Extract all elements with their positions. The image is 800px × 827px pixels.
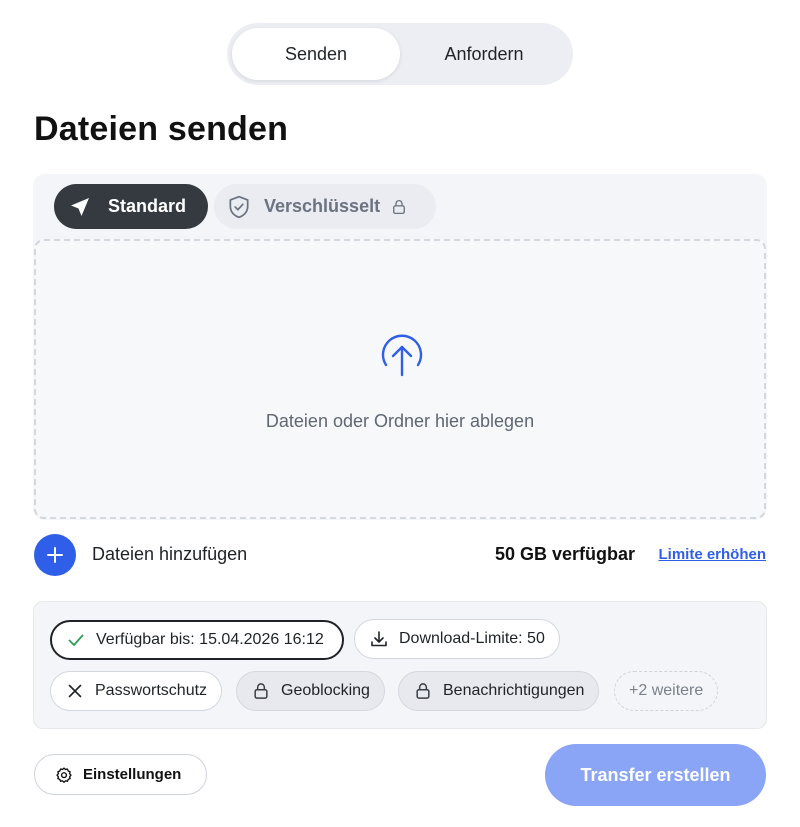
lock-icon — [393, 199, 406, 214]
shield-check-icon — [229, 195, 249, 218]
gear-icon — [56, 766, 72, 783]
notifications-chip[interactable]: Benachrichtigungen — [398, 671, 600, 711]
raise-limit-link[interactable]: Limite erhöhen — [658, 546, 766, 563]
tab-request[interactable]: Anfordern — [400, 28, 568, 80]
geoblocking-label: Geoblocking — [281, 682, 370, 699]
tab-send[interactable]: Senden — [232, 28, 400, 80]
close-icon — [68, 684, 82, 698]
lock-icon — [416, 683, 430, 699]
storage-available: 50 GB verfügbar — [494, 544, 635, 564]
geoblocking-chip[interactable]: Geoblocking — [236, 671, 385, 711]
download-icon — [371, 631, 387, 647]
more-options-chip[interactable]: +2 weitere — [614, 671, 719, 711]
lock-icon — [254, 683, 268, 699]
file-dropzone[interactable]: Dateien oder Ordner hier ablegen — [34, 239, 766, 519]
add-files-label[interactable]: Dateien hinzufügen — [92, 544, 247, 565]
mode-standard-button[interactable]: Standard — [54, 184, 208, 229]
plus-icon — [47, 547, 63, 563]
dropzone-text: Dateien oder Ordner hier ablegen — [265, 411, 535, 431]
more-options-label: +2 weitere — [629, 682, 704, 699]
create-transfer-button[interactable]: Transfer erstellen — [545, 744, 766, 806]
check-icon — [68, 634, 84, 646]
download-limit-chip[interactable]: Download-Limite: 50 — [354, 619, 560, 659]
send-request-toggle: Senden Anfordern — [227, 23, 573, 85]
password-label: Passwortschutz — [95, 682, 208, 699]
notifications-label: Benachrichtigungen — [443, 682, 585, 699]
transfer-options-panel: Verfügbar bis: 15.04.2026 16:12 Download… — [33, 601, 767, 729]
mode-encrypted-label: Verschlüsselt — [264, 196, 381, 216]
upload-panel: Standard Verschlüsselt Dateien oder Ordn… — [33, 174, 767, 520]
available-until-label: Verfügbar bis: 15.04.2026 16:12 — [96, 631, 324, 648]
download-limit-label: Download-Limite: 50 — [399, 630, 545, 647]
paper-plane-icon — [71, 197, 89, 216]
available-until-chip[interactable]: Verfügbar bis: 15.04.2026 16:12 — [50, 620, 344, 660]
mode-encrypted-button[interactable]: Verschlüsselt — [214, 184, 436, 229]
page-title: Dateien senden — [34, 110, 289, 148]
password-chip[interactable]: Passwortschutz — [50, 671, 223, 711]
settings-label: Einstellungen — [83, 766, 182, 783]
add-files-button[interactable] — [34, 534, 76, 576]
settings-button[interactable]: Einstellungen — [34, 754, 207, 795]
upload-arrow-icon — [381, 334, 423, 377]
mode-standard-label: Standard — [108, 196, 187, 216]
